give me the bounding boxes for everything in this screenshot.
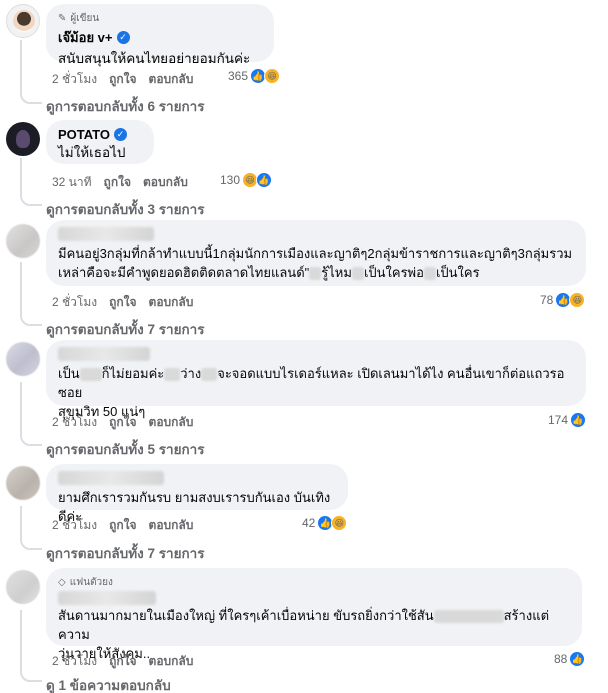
like-icon: 👍 [256, 172, 273, 188]
reply-button[interactable]: ตอบกลับ [149, 516, 194, 535]
author-name-redacted [58, 227, 154, 241]
reaction-summary[interactable]: 174 👍 [548, 412, 587, 428]
redacted-word [79, 368, 102, 382]
reply-connector [20, 192, 42, 206]
reply-connector [20, 432, 42, 446]
reply-connector [20, 536, 42, 550]
comment-bubble: POTATO ✓ ไม่ให้เธอไป [46, 120, 154, 164]
view-replies-link[interactable]: ดูการตอบกลับทั้ง 7 รายการ [46, 318, 204, 340]
redacted-word [201, 368, 218, 382]
verified-icon: ✓ [114, 128, 127, 141]
comment-text: มีคนอยู่3กลุ่มที่กล้าทำแบบนี้1กลุ่มนักกา… [58, 246, 573, 281]
thread-line [20, 382, 22, 436]
reaction-count: 365 [228, 69, 249, 83]
reaction-count: 42 [302, 516, 316, 530]
redacted-word [351, 267, 364, 281]
comment-actions: 2 ชั่วโมง ถูกใจ ตอบกลับ [52, 413, 193, 432]
thread-line [20, 158, 22, 196]
pen-icon: ✎ [58, 13, 67, 24]
avatar[interactable] [6, 4, 40, 38]
reaction-summary[interactable]: 88 👍 [554, 651, 586, 667]
view-replies-link[interactable]: ดู 1 ข้อความตอบกลับ [46, 674, 171, 693]
like-button[interactable]: ถูกใจ [109, 293, 136, 312]
author-name-redacted [58, 347, 150, 361]
timestamp[interactable]: 2 ชั่วโมง [52, 413, 97, 432]
reaction-count: 78 [540, 293, 554, 307]
timestamp[interactable]: 32 นาที [52, 173, 92, 192]
comment-bubble: ✎ ผู้เขียน เจ๊ม้อย v+ ✓ สนับสนุนให้คนไทย… [46, 4, 274, 66]
like-icon: 👍 [570, 412, 587, 428]
comment-actions: 2 ชั่วโมง ถูกใจ ตอบกลับ [52, 70, 193, 89]
avatar[interactable] [6, 122, 40, 156]
timestamp[interactable]: 2 ชั่วโมง [52, 652, 97, 671]
author-name[interactable]: เจ๊ม้อย v+ [58, 27, 113, 48]
comment-bubble: ◇ แฟนตัวยง สันดานมากมายในเมืองใหญ่ ที่ใค… [46, 568, 582, 661]
reply-connector [20, 312, 42, 326]
avatar[interactable] [6, 466, 40, 500]
like-button[interactable]: ถูกใจ [109, 413, 136, 432]
view-replies-link[interactable]: ดูการตอบกลับทั้ง 3 รายการ [46, 198, 204, 220]
comment-actions: 32 นาที ถูกใจ ตอบกลับ [52, 173, 188, 192]
redacted-word [164, 368, 181, 382]
like-button[interactable]: ถูกใจ [109, 70, 136, 89]
avatar[interactable] [6, 342, 40, 376]
reply-connector [20, 90, 42, 104]
thread-line [20, 262, 22, 314]
view-replies-link[interactable]: ดูการตอบกลับทั้ง 7 รายการ [46, 542, 204, 564]
thread-line [20, 40, 22, 92]
comment-bubble: เป็น ก็ไม่ยอมค่ะ ว่าง จะจอดแบบไรเดอร์แหละ เ… [46, 340, 586, 419]
haha-icon: 😆 [569, 292, 586, 308]
reaction-summary[interactable]: 130 😆 👍 [220, 172, 273, 188]
timestamp[interactable]: 2 ชั่วโมง [52, 516, 97, 535]
reply-button[interactable]: ตอบกลับ [149, 652, 194, 671]
comment-text: สนับสนุนให้คนไทยอย่ายอมกันค่ะ [58, 51, 251, 66]
timestamp[interactable]: 2 ชั่วโมง [52, 293, 97, 312]
thread-line [20, 610, 22, 672]
reaction-count: 130 [220, 173, 241, 187]
reaction-count: 174 [548, 413, 569, 427]
avatar[interactable] [6, 570, 40, 604]
comment-actions: 2 ชั่วโมง ถูกใจ ตอบกลับ [52, 516, 193, 535]
haha-icon: 😆 [331, 515, 348, 531]
view-replies-link[interactable]: ดูการตอบกลับทั้ง 6 รายการ [46, 95, 204, 117]
view-replies-link[interactable]: ดูการตอบกลับทั้ง 5 รายการ [46, 438, 204, 460]
redacted-word [433, 610, 504, 624]
comment-text: ไม่ให้เธอไป [58, 145, 126, 160]
thread-line [20, 506, 22, 540]
reaction-summary[interactable]: 42 👍 😆 [302, 515, 348, 531]
diamond-icon: ◇ [58, 577, 66, 588]
reaction-summary[interactable]: 78 👍 😆 [540, 292, 586, 308]
haha-icon: 😆 [264, 68, 281, 84]
like-icon: 👍 [569, 651, 586, 667]
reply-button[interactable]: ตอบกลับ [149, 293, 194, 312]
reaction-summary[interactable]: 365 👍 😆 [228, 68, 281, 84]
author-name-redacted [58, 591, 156, 605]
reply-button[interactable]: ตอบกลับ [149, 413, 194, 432]
comment-bubble: ยามศึกเรารวมกันรบ ยามสงบเรารบกันเอง บันเ… [46, 464, 348, 524]
comment-bubble: มีคนอยู่3กลุ่มที่กล้าทำแบบนี้1กลุ่มนักกา… [46, 220, 586, 286]
author-name-redacted [58, 471, 164, 485]
avatar[interactable] [6, 224, 40, 258]
redacted-word [423, 267, 436, 281]
like-button[interactable]: ถูกใจ [109, 652, 136, 671]
timestamp[interactable]: 2 ชั่วโมง [52, 70, 97, 89]
author-name[interactable]: POTATO [58, 127, 110, 142]
reply-button[interactable]: ตอบกลับ [149, 70, 194, 89]
verified-icon: ✓ [116, 31, 130, 44]
badge: ◇ แฟนตัวยง [58, 577, 113, 588]
like-button[interactable]: ถูกใจ [104, 173, 131, 192]
reaction-count: 88 [554, 652, 568, 666]
redacted-word [309, 267, 322, 281]
comment-actions: 2 ชั่วโมง ถูกใจ ตอบกลับ [52, 652, 193, 671]
reply-connector [20, 668, 42, 682]
like-button[interactable]: ถูกใจ [109, 516, 136, 535]
reply-button[interactable]: ตอบกลับ [143, 173, 188, 192]
badge: ✎ ผู้เขียน [58, 13, 100, 24]
comment-actions: 2 ชั่วโมง ถูกใจ ตอบกลับ [52, 293, 193, 312]
